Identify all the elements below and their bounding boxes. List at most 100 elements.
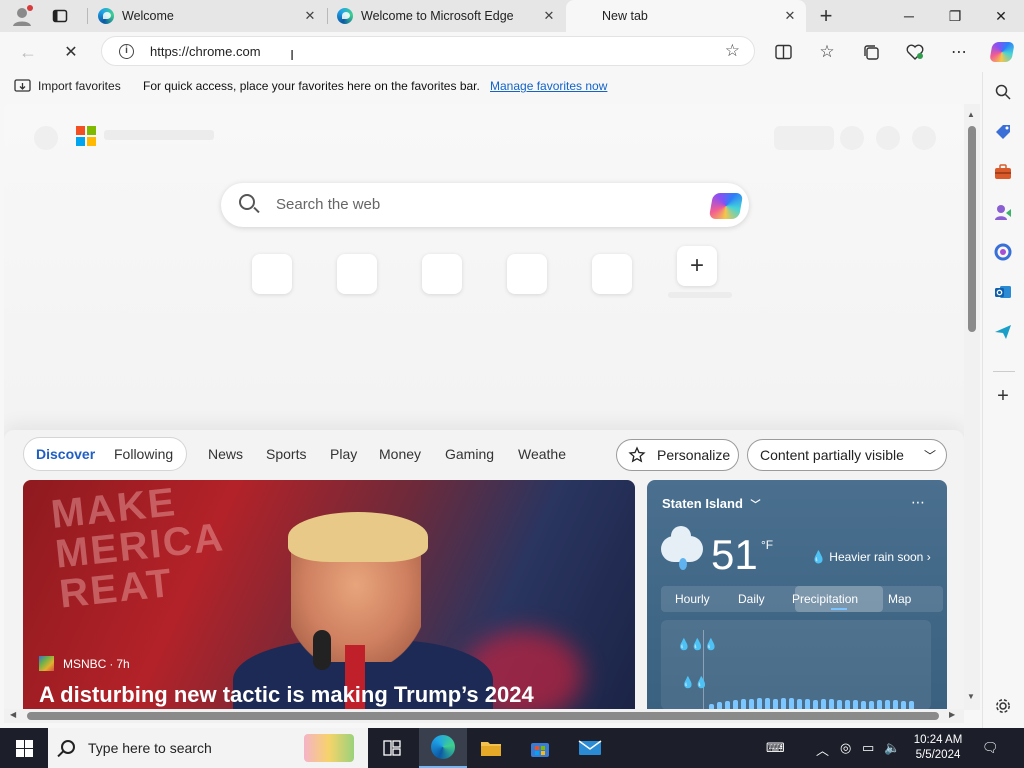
info-icon[interactable]: i [119, 44, 134, 59]
new-tab-icon[interactable]: + [812, 2, 840, 30]
webcam-icon[interactable]: ◎ [840, 740, 851, 756]
import-favorites-button[interactable]: Import favorites [14, 78, 121, 93]
show-hidden-icons-icon[interactable]: ︿ [816, 740, 829, 759]
weather-tab-map[interactable]: Map [888, 592, 911, 606]
settings-icon[interactable] [992, 695, 1014, 717]
tab-discover[interactable]: Discover [36, 446, 95, 462]
search-icon [61, 740, 75, 754]
horizontal-scrollbar[interactable]: ◀ ▶ [4, 709, 964, 723]
url-text[interactable]: https://chrome.com [150, 44, 261, 59]
send-icon[interactable] [992, 321, 1014, 343]
store-icon[interactable] [516, 728, 564, 768]
tab-gaming[interactable]: Gaming [445, 446, 494, 462]
tab-weather[interactable]: Weathe [518, 446, 566, 462]
quick-link-tile[interactable] [507, 254, 547, 294]
scroll-up-icon[interactable]: ▲ [967, 110, 975, 119]
tab-sports[interactable]: Sports [266, 446, 306, 462]
personalize-button[interactable]: Personalize [616, 439, 739, 471]
weather-tab-hourly[interactable]: Hourly [675, 592, 710, 606]
tab-money[interactable]: Money [379, 446, 421, 462]
menu-icon[interactable] [34, 126, 58, 150]
content-visibility-dropdown[interactable]: Content partially visible ﹀ [747, 439, 947, 471]
mail-icon[interactable] [566, 728, 614, 768]
search-placeholder: Search the web [276, 196, 381, 213]
story-age: 7h [116, 656, 130, 671]
copilot-icon[interactable] [708, 193, 744, 219]
tools-icon[interactable] [992, 161, 1014, 183]
network-icon[interactable]: ▭ [862, 740, 874, 756]
games-icon[interactable] [992, 201, 1014, 223]
scroll-left-icon[interactable]: ◀ [10, 710, 16, 719]
scroll-right-icon[interactable]: ▶ [949, 710, 955, 719]
tab-play[interactable]: Play [330, 446, 357, 462]
weather-card[interactable]: Staten Island ﹀ ⋯ 51 °F 💧 Heavier rain s… [647, 480, 947, 710]
start-button[interactable] [0, 728, 48, 768]
taskbar-search[interactable]: Type here to search [48, 728, 368, 768]
scroll-down-icon[interactable]: ▼ [967, 692, 975, 701]
shopping-icon[interactable] [992, 121, 1014, 143]
tab-title: New tab [602, 9, 648, 23]
manage-favorites-link[interactable]: Manage favorites now [490, 79, 607, 93]
split-screen-icon[interactable] [769, 38, 797, 66]
system-clock[interactable]: 10:24 AM 5/5/2024 [906, 733, 970, 763]
outlook-icon[interactable] [992, 281, 1014, 303]
favorite-star-icon[interactable]: ☆ [725, 41, 740, 61]
search-icon[interactable] [992, 81, 1014, 103]
weather-tab-daily[interactable]: Daily [738, 592, 765, 606]
close-icon[interactable]: ✕ [541, 8, 557, 24]
tab-welcome-edge[interactable]: Welcome to Microsoft Edge ✕ [331, 0, 563, 32]
profile-icon[interactable] [8, 2, 36, 30]
stop-loading-icon[interactable]: ✕ [57, 38, 85, 66]
add-icon[interactable]: + [992, 385, 1014, 407]
web-search-box[interactable]: Search the web [221, 183, 749, 227]
close-icon[interactable]: ✕ [782, 8, 798, 24]
weather-note[interactable]: 💧 Heavier rain soon › [811, 550, 931, 564]
minimize-button[interactable]: ─ [886, 0, 932, 32]
rewards-icon[interactable] [840, 126, 864, 150]
chevron-down-icon: ﹀ [923, 449, 936, 463]
keyboard-icon[interactable]: ⌨ [766, 740, 785, 756]
weather-tabs: Hourly Daily Precipitation Map [661, 586, 943, 612]
collections-icon[interactable] [857, 38, 885, 66]
tab-new-tab[interactable]: New tab ✕ [566, 0, 806, 32]
file-explorer-icon[interactable] [467, 728, 515, 768]
tab-welcome[interactable]: Welcome ✕ [92, 0, 324, 32]
weather-tab-precipitation[interactable]: Precipitation [792, 592, 858, 606]
precipitation-panel [661, 620, 931, 710]
vertical-scrollbar[interactable]: ▲ ▼ [964, 104, 980, 710]
notifications-icon[interactable]: 🗨 [982, 740, 999, 756]
favorites-bar-message: For quick access, place your favorites h… [143, 79, 480, 93]
taskbar: Type here to search ⌨ ︿ ◎ ▭ 🔈 10:24 AM 5… [0, 728, 1024, 768]
tab-following[interactable]: Following [114, 446, 173, 462]
settings-more-icon[interactable]: ⋯ [945, 38, 973, 66]
back-icon[interactable]: ← [14, 38, 42, 66]
more-options-icon[interactable]: ⋯ [911, 494, 925, 511]
add-quick-link-button[interactable]: + [677, 246, 717, 286]
quick-link-tile[interactable] [337, 254, 377, 294]
address-bar[interactable]: i https://chrome.com ☆ [101, 36, 755, 66]
quick-link-tile[interactable] [422, 254, 462, 294]
quick-link-tile[interactable] [252, 254, 292, 294]
scrollbar-thumb[interactable] [968, 126, 976, 332]
notifications-icon[interactable] [876, 126, 900, 150]
favorites-icon[interactable]: ☆ [813, 38, 841, 66]
browser-essentials-icon[interactable] [901, 38, 929, 66]
tab-news[interactable]: News [208, 446, 243, 462]
copilot-icon[interactable] [988, 38, 1016, 66]
edge-taskbar-icon[interactable] [419, 728, 467, 768]
tab-actions-icon[interactable] [46, 2, 74, 30]
close-icon[interactable]: ✕ [302, 8, 318, 24]
page-settings-icon[interactable] [912, 126, 936, 150]
rain-drop-icon [679, 558, 687, 570]
top-story-card[interactable]: MAKE MERICA REAT MSNBC · 7h A disturbing n… [23, 480, 635, 710]
quick-link-tile[interactable] [592, 254, 632, 294]
office-icon[interactable] [992, 241, 1014, 263]
story-headline[interactable]: A disturbing new tactic is making Trump’… [39, 682, 534, 708]
task-view-icon[interactable] [368, 728, 416, 768]
weather-widget[interactable] [774, 126, 834, 150]
window-close-button[interactable]: ✕ [978, 0, 1024, 32]
weather-location[interactable]: Staten Island ﹀ [662, 496, 761, 511]
volume-icon[interactable]: 🔈 [884, 740, 900, 756]
scrollbar-thumb[interactable] [27, 712, 939, 720]
restore-button[interactable]: ❐ [932, 0, 978, 32]
